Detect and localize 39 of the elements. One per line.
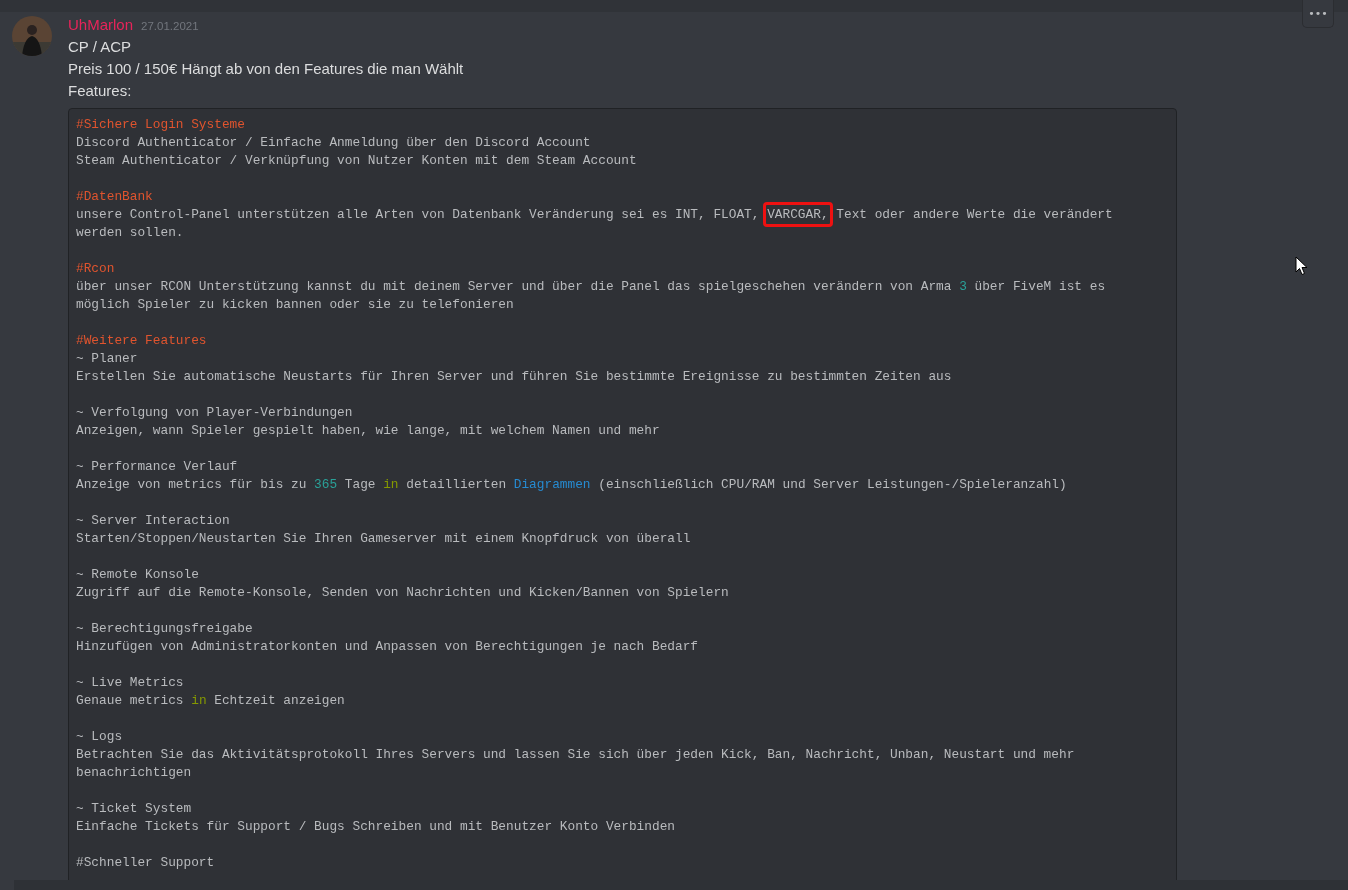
code-line: Anzeigen, wann Spieler gespielt haben, wie lange, mit welchem Namen und mehr — [76, 422, 661, 440]
code-line: ~ Planer — [76, 350, 139, 368]
code-line: unsere Control-Panel unterstützen alle Arten von Datenbank Veränderung sei es INT, FLOAT, VARCGAR, Text oder andere Werte die verändert — [76, 206, 1169, 224]
cursor-icon — [1295, 256, 1308, 276]
code-line: Anzeige von metrics für bis zu 365 Tage in detaillierten Diagrammen (einschließlich CPU/RAM und Server Leistungen-/Spieleranzahl) — [76, 476, 1068, 494]
code-line: ~ Server Interaction — [76, 512, 231, 530]
horizontal-scrollbar[interactable] — [14, 880, 1348, 890]
code-line: ~ Performance Verlauf — [76, 458, 239, 476]
code-line: Genaue metrics in Echtzeit anzeigen — [76, 692, 346, 710]
code-line: Einfache Tickets für Support / Bugs Schreiben und mit Benutzer Konto Verbinden — [76, 818, 676, 836]
code-line: werden sollen. — [76, 224, 185, 242]
avatar[interactable] — [12, 16, 52, 56]
code-line: #Sichere Login Systeme — [76, 116, 246, 134]
code-line: #Schneller Support — [76, 854, 216, 872]
code-line: Erstellen Sie automatische Neustarts für Ihren Server und führen Sie bestimmte Ereignisse zu bestimmten Zeiten aus — [76, 368, 953, 386]
code-line: über unser RCON Unterstützung kannst du mit deinem Server und über die Panel das spielgeschehen verändern von Arma 3 über FiveM ist es — [76, 278, 1107, 296]
code-line: ~ Berechtigungsfreigabe — [76, 620, 254, 638]
code-line: Zugriff auf die Remote-Konsole, Senden von Nachrichten und Kicken/Bannen von Spielern — [76, 584, 730, 602]
code-line: Steam Authenticator / Verknüpfung von Nutzer Konten mit dem Steam Account — [76, 152, 638, 170]
code-line: #Rcon — [76, 260, 116, 278]
code-line: #Weitere Features — [76, 332, 208, 350]
more-options-button[interactable]: ••• — [1302, 0, 1334, 28]
timestamp: 27.01.2021 — [141, 20, 199, 32]
code-line: ~ Logs — [76, 728, 124, 746]
message-text: CP / ACP — [68, 37, 133, 57]
code-line: Discord Authenticator / Einfache Anmeldung über den Discord Account — [76, 134, 592, 152]
code-line: benachrichtigen — [76, 764, 193, 782]
code-line: ~ Ticket System — [76, 800, 193, 818]
message-text: Features: — [68, 81, 133, 101]
code-line: möglich Spieler zu kicken bannen oder sie zu telefonieren — [76, 296, 515, 314]
code-line: ~ Remote Konsole — [76, 566, 200, 584]
code-line: #DatenBank — [76, 188, 154, 206]
message-text: Preis 100 / 150€ Hängt ab von den Features die man Wählt — [68, 59, 465, 79]
highlight-box — [763, 202, 833, 227]
code-line: Starten/Stoppen/Neustarten Sie Ihren Gameserver mit einem Knopfdruck von überall — [76, 530, 692, 548]
code-line: ~ Verfolgung von Player-Verbindungen — [76, 404, 354, 422]
code-line: Hinzufügen von Administratorkonten und Anpassen von Berechtigungen je nach Bedarf — [76, 638, 700, 656]
code-line: Betrachten Sie das Aktivitätsprotokoll Ihres Servers und lassen Sie sich über jeden Kick, Ban, Nachricht, Unban, Neustart und mehr — [76, 746, 1076, 764]
code-line: ~ Live Metrics — [76, 674, 185, 692]
